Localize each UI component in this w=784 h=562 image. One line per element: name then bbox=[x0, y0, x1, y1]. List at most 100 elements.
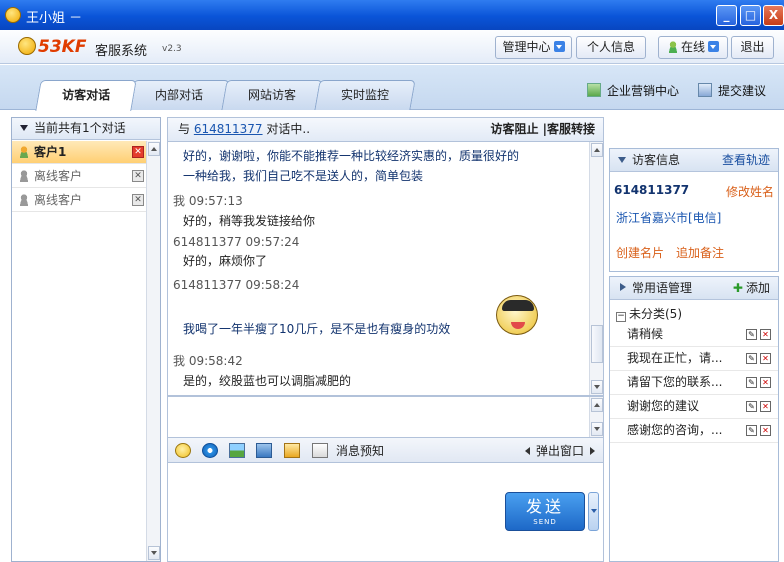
preview-input[interactable] bbox=[167, 396, 604, 438]
scroll-up-icon[interactable] bbox=[591, 143, 603, 157]
message-meta: 我 09:57:13 bbox=[173, 194, 243, 208]
view-track-link[interactable]: 查看轨迹 bbox=[722, 149, 770, 171]
add-note-link[interactable]: 追加备注 bbox=[676, 244, 724, 261]
collapse-icon[interactable]: − bbox=[616, 312, 626, 322]
delete-icon[interactable]: ✕ bbox=[760, 425, 771, 436]
minimize-button[interactable]: _ bbox=[716, 5, 737, 26]
edit-icon[interactable]: ✎ bbox=[746, 329, 757, 340]
phrase-item[interactable]: 感谢您的咨询，... ✎ ✕ bbox=[610, 419, 778, 443]
manage-center-button[interactable]: 管理中心 bbox=[495, 36, 572, 59]
edit-icon[interactable]: ✎ bbox=[746, 425, 757, 436]
customer-offline-icon bbox=[18, 194, 30, 206]
message-text: 是的，绞股蓝也可以调脂减肥的 bbox=[183, 374, 352, 388]
message-meta: 614811377 09:57:24 bbox=[173, 235, 300, 249]
marketing-center-link[interactable]: 企业营销中心 bbox=[587, 82, 679, 99]
scroll-thumb[interactable] bbox=[591, 325, 603, 363]
visitor-info-panel: 访客信息 查看轨迹 614811377 修改姓名 浙江省嘉兴市[电信] 创建名片 … bbox=[609, 148, 779, 272]
chat-message: 我 09:57:13 好的，稍等我发链接给你 bbox=[173, 192, 315, 229]
profile-button[interactable]: 个人信息 bbox=[576, 36, 646, 59]
chat-message: 614811377 09:57:24 好的，麻烦你了 bbox=[173, 235, 299, 269]
scroll-down-icon[interactable] bbox=[591, 380, 603, 394]
arrow-left-icon[interactable] bbox=[524, 447, 530, 455]
customer-item-offline[interactable]: 离线客户 ✕ bbox=[12, 165, 148, 188]
chat-header: 与 614811377 对话中.. 访客阻止 |客服转接 bbox=[167, 117, 604, 142]
close-icon[interactable]: ✕ bbox=[132, 194, 144, 206]
delete-icon[interactable]: ✕ bbox=[760, 377, 771, 388]
close-icon[interactable]: ✕ bbox=[132, 146, 144, 158]
phrase-item[interactable]: 我现在正忙，请... ✎ ✕ bbox=[610, 347, 778, 371]
send-button[interactable]: 发送 SEND bbox=[505, 492, 585, 531]
brand-name: 客服系统 bbox=[95, 44, 148, 59]
scroll-up-icon[interactable] bbox=[148, 142, 160, 156]
visitor-id-link[interactable]: 614811377 bbox=[194, 122, 263, 136]
maximize-button[interactable]: □ bbox=[740, 5, 761, 26]
conversation-list-scrollbar[interactable] bbox=[146, 141, 160, 561]
phrase-item[interactable]: 请留下您的联系... ✎ ✕ bbox=[610, 371, 778, 395]
chat-header-prefix: 与 bbox=[178, 122, 191, 136]
screenshot-icon[interactable] bbox=[256, 443, 272, 458]
phrase-group[interactable]: − 未分类(5) bbox=[616, 305, 682, 322]
tongue-emoji-icon bbox=[496, 295, 538, 335]
delete-icon[interactable]: ✕ bbox=[760, 329, 771, 340]
delete-icon[interactable]: ✕ bbox=[760, 353, 771, 364]
customer-item-offline[interactable]: 离线客户 ✕ bbox=[12, 189, 148, 212]
phrase-item[interactable]: 谢谢您的建议 ✎ ✕ bbox=[610, 395, 778, 419]
preview-scrollbar[interactable] bbox=[589, 397, 603, 437]
phrase-item[interactable]: 请稍候 ✎ ✕ bbox=[610, 323, 778, 347]
chat-history: 好的，谢谢啦，你能不能推荐一种比较经济实惠的，质量很好的 一种给我，我们自己吃不… bbox=[167, 142, 604, 396]
message-text: 我喝了一年半瘦了10几斤，是不是也有瘦身的功效 bbox=[183, 322, 451, 336]
customer-item-active[interactable]: 客户1 ✕ bbox=[12, 141, 148, 164]
expand-arrow-icon bbox=[620, 283, 626, 291]
emoticon-icon[interactable] bbox=[175, 443, 191, 458]
collapse-arrow-icon bbox=[20, 125, 28, 131]
close-icon[interactable]: ✕ bbox=[132, 170, 144, 182]
brand-version: v2.3 bbox=[162, 44, 182, 54]
send-options-button[interactable] bbox=[588, 492, 599, 531]
quick-message-icon[interactable] bbox=[312, 443, 328, 458]
tab-internal-chat[interactable]: 内部对话 bbox=[128, 80, 230, 110]
arrow-right-icon[interactable] bbox=[590, 447, 595, 455]
visitor-location: 浙江省嘉兴市[电信] bbox=[616, 211, 722, 225]
plus-icon: ✚ bbox=[732, 281, 743, 295]
web-link-icon[interactable] bbox=[202, 443, 218, 458]
message-meta: 614811377 09:58:24 bbox=[173, 278, 300, 292]
scroll-down-icon[interactable] bbox=[591, 422, 603, 436]
tab-visitor-chat[interactable]: 访客对话 bbox=[35, 80, 137, 111]
close-button[interactable]: X bbox=[763, 5, 784, 26]
brand-logo: 53KF bbox=[18, 37, 86, 57]
tab-site-visitors[interactable]: 网站访客 bbox=[221, 80, 323, 110]
image-icon[interactable] bbox=[229, 443, 245, 458]
popup-window-control[interactable]: 弹出窗口 bbox=[524, 442, 595, 459]
dropdown-icon bbox=[708, 41, 719, 52]
edit-icon[interactable]: ✎ bbox=[746, 401, 757, 412]
collapse-arrow-icon bbox=[618, 157, 626, 163]
message-text: 好的，谢谢啦，你能不能推荐一种比较经济实惠的，质量很好的 bbox=[183, 149, 520, 163]
quick-message-label[interactable]: 消息预知 bbox=[336, 442, 384, 459]
delete-icon[interactable]: ✕ bbox=[760, 401, 771, 412]
window-title: 王小姐 － bbox=[26, 11, 83, 26]
edit-icon[interactable]: ✎ bbox=[746, 377, 757, 388]
edit-icon[interactable]: ✎ bbox=[746, 353, 757, 364]
scroll-down-icon[interactable] bbox=[148, 546, 160, 560]
chat-actions[interactable]: 访客阻止 |客服转接 bbox=[490, 118, 595, 141]
tab-live-monitor[interactable]: 实时监控 bbox=[314, 80, 416, 110]
chat-message: 好的，谢谢啦，你能不能推荐一种比较经济实惠的，质量很好的 一种给我，我们自己吃不… bbox=[173, 147, 519, 184]
visitor-info-header[interactable]: 访客信息 查看轨迹 bbox=[610, 149, 778, 172]
smile-logo-icon bbox=[18, 37, 36, 55]
conversation-list-header[interactable]: 当前共有1个对话 bbox=[12, 118, 160, 140]
title-bar[interactable]: 王小姐 － _ □ X bbox=[0, 0, 784, 30]
status-button[interactable]: 在线 bbox=[658, 36, 728, 59]
chat-scrollbar[interactable] bbox=[589, 142, 603, 395]
add-phrase-button[interactable]: ✚ 添加 bbox=[733, 277, 770, 299]
submit-suggestion-link[interactable]: 提交建议 bbox=[698, 82, 766, 99]
rename-link[interactable]: 修改姓名 bbox=[726, 183, 774, 200]
customer-offline-icon bbox=[18, 170, 30, 182]
dropdown-icon bbox=[553, 41, 565, 52]
favorite-icon[interactable] bbox=[284, 443, 300, 458]
phrases-header[interactable]: 常用语管理 ✚ 添加 bbox=[610, 277, 778, 300]
chat-message: 614811377 09:58:24 我喝了一年半瘦了10几斤，是不是也有瘦身的… bbox=[173, 278, 450, 337]
message-text: 好的，稍等我发链接给你 bbox=[183, 214, 316, 228]
logout-button[interactable]: 退出 bbox=[731, 36, 774, 59]
scroll-up-icon[interactable] bbox=[591, 398, 603, 412]
create-card-link[interactable]: 创建名片 bbox=[616, 244, 664, 261]
